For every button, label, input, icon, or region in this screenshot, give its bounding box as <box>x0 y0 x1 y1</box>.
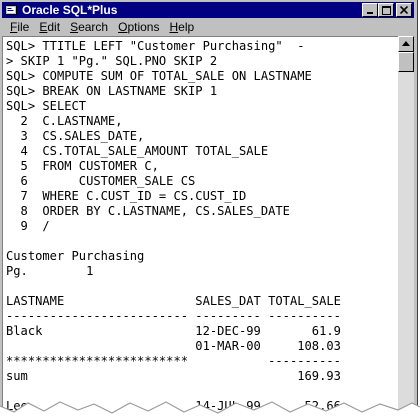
maximize-icon <box>381 5 391 15</box>
menu-options[interactable]: Options <box>113 19 164 35</box>
minimize-icon <box>367 12 373 14</box>
console-line: Pg. 1 <box>6 264 94 278</box>
console-line: 3 CS.SALES_DATE, <box>6 129 145 143</box>
console-line: 5 FROM CUSTOMER C, <box>6 159 159 173</box>
menu-file[interactable]: File <box>2 19 34 35</box>
console-line: 01-MAR-00 108.03 <box>6 339 341 353</box>
title-bar[interactable]: Oracle SQL*Plus <box>2 2 414 18</box>
console-line: ------------------------- --------- ----… <box>6 309 341 323</box>
scroll-up-button[interactable] <box>398 36 414 52</box>
menu-help[interactable]: Help <box>164 19 199 35</box>
console-line: > SKIP 1 "Pg." SQL.PNO SKIP 2 <box>6 54 218 68</box>
console-line: Black 12-DEC-99 61.9 <box>6 324 341 338</box>
console-line: 8 ORDER BY C.LASTNAME, CS.SALES_DATE <box>6 204 290 218</box>
console-line: sum 169.93 <box>6 369 341 383</box>
minimize-button[interactable] <box>362 3 378 17</box>
console-line: 6 CUSTOMER_SALE CS <box>6 174 196 188</box>
close-button[interactable] <box>396 3 412 17</box>
arrow-up-icon <box>402 41 410 46</box>
console-line: 4 CS.TOTAL_SALE_AMOUNT TOTAL_SALE <box>6 144 269 158</box>
console-line: SQL> TTITLE LEFT "Customer Purchasing" - <box>6 39 305 53</box>
console-line: 9 / <box>6 219 50 233</box>
console-output: SQL> TTITLE LEFT "Customer Purchasing" -… <box>3 37 398 418</box>
console-line: ************************* ---------- <box>6 354 341 368</box>
close-icon <box>400 6 408 14</box>
console-area[interactable]: SQL> TTITLE LEFT "Customer Purchasing" -… <box>2 36 398 418</box>
console-line: SQL> BREAK ON LASTNAME SKIP 1 <box>6 84 218 98</box>
maximize-button[interactable] <box>378 3 394 17</box>
window-title: Oracle SQL*Plus <box>22 3 118 17</box>
console-line: SQL> SELECT <box>6 99 87 113</box>
menu-edit[interactable]: Edit <box>34 19 65 35</box>
torn-edge <box>0 401 420 420</box>
vertical-scrollbar[interactable] <box>398 36 414 418</box>
console-line: 2 C.LASTNAME, <box>6 114 123 128</box>
console-line: 7 WHERE C.CUST_ID = CS.CUST_ID <box>6 189 247 203</box>
scroll-thumb[interactable] <box>398 52 414 72</box>
console-line: LASTNAME SALES_DAT TOTAL_SALE <box>6 294 341 308</box>
console-line: SQL> COMPUTE SUM OF TOTAL_SALE ON LASTNA… <box>6 69 312 83</box>
menu-search[interactable]: Search <box>65 19 113 35</box>
console-line: Customer Purchasing <box>6 249 145 263</box>
sqlplus-window: Oracle SQL*Plus File Edit Search Options… <box>0 0 418 419</box>
sqlplus-app-icon[interactable] <box>4 4 18 16</box>
menu-bar: File Edit Search Options Help <box>2 19 414 35</box>
